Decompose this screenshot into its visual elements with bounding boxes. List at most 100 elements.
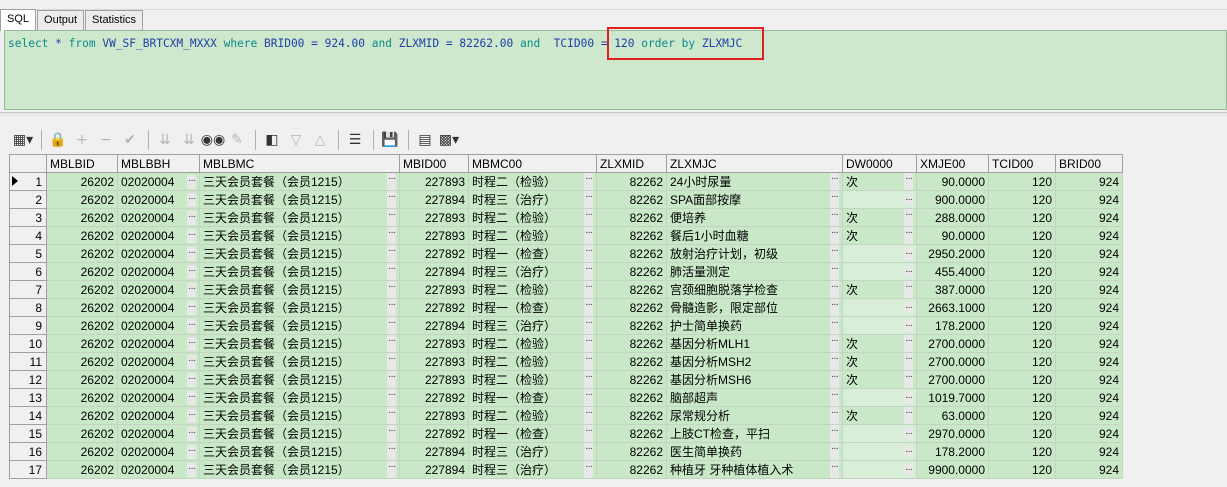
cell-zlxmid[interactable]: 82262 (596, 316, 667, 335)
cell-zlxmjc[interactable]: 骨髓造影，限定部位 ··· (666, 298, 843, 317)
cell-mbid00[interactable]: 227892 (399, 244, 469, 263)
cell-brid00[interactable]: 924 (1055, 334, 1123, 353)
cell-ellipsis-button[interactable]: ··· (584, 443, 593, 460)
chart-icon[interactable]: ▩▾ (438, 129, 460, 151)
tab-sql[interactable]: SQL (0, 9, 37, 31)
cell-ellipsis-button[interactable]: ··· (387, 245, 396, 262)
cell-mblbbh[interactable]: 02020004 ··· (117, 352, 200, 371)
cell-ellipsis-button[interactable]: ··· (387, 209, 396, 226)
cell-brid00[interactable]: 924 (1055, 316, 1123, 335)
table-row[interactable]: 14 26202 02020004 ··· 三天会员套餐（会员1215） ··· 22789… (9, 406, 1123, 425)
fetch-next-icon[interactable]: ▽ (285, 129, 307, 151)
table-row[interactable]: 3 26202 02020004 ··· 三天会员套餐（会员1215） ··· 227893… (9, 208, 1123, 227)
cell-ellipsis-button[interactable]: ··· (387, 191, 396, 208)
cell-mblbbh[interactable]: 02020004 ··· (117, 460, 200, 479)
cell-mblbbh[interactable]: 02020004 ··· (117, 190, 200, 209)
cell-mblbid[interactable]: 26202 (46, 370, 118, 389)
cell-ellipsis-button[interactable]: ··· (584, 245, 593, 262)
cell-xmje00[interactable]: 90.0000 (916, 226, 989, 245)
cell-mblbmc[interactable]: 三天会员套餐（会员1215） ··· (199, 406, 400, 425)
cell-zlxmid[interactable]: 82262 (596, 352, 667, 371)
cell-mblbbh[interactable]: 02020004 ··· (117, 370, 200, 389)
cell-dw0000[interactable]: 次 ··· (842, 280, 917, 299)
cell-mbid00[interactable]: 227893 (399, 280, 469, 299)
cell-ellipsis-button[interactable]: ··· (830, 425, 839, 442)
cell-xmje00[interactable]: 900.0000 (916, 190, 989, 209)
cell-ellipsis-button[interactable]: ··· (904, 407, 913, 424)
cell-ellipsis-button[interactable]: ··· (904, 302, 913, 313)
cell-ellipsis-button[interactable]: ··· (830, 281, 839, 298)
cell-tcid00[interactable]: 120 (988, 280, 1056, 299)
cell-tcid00[interactable]: 120 (988, 262, 1056, 281)
cell-dw0000[interactable]: ··· (842, 262, 917, 281)
cell-zlxmjc[interactable]: 餐后1小时血糖 ··· (666, 226, 843, 245)
cell-ellipsis-button[interactable]: ··· (387, 371, 396, 388)
cell-tcid00[interactable]: 120 (988, 442, 1056, 461)
cell-mblbmc[interactable]: 三天会员套餐（会员1215） ··· (199, 460, 400, 479)
column-header-tcid00[interactable]: TCID00 (988, 154, 1056, 173)
cell-dw0000[interactable]: ··· (842, 244, 917, 263)
table-row[interactable]: 17 26202 02020004 ··· 三天会员套餐（会员1215） ··· 22789… (9, 460, 1123, 479)
cell-mbmc00[interactable]: 时程一（检查） ··· (468, 388, 597, 407)
grid-view-icon[interactable]: ▦▾ (12, 129, 34, 151)
cell-xmje00[interactable]: 178.2000 (916, 442, 989, 461)
cell-ellipsis-button[interactable]: ··· (904, 194, 913, 205)
cell-zlxmid[interactable]: 82262 (596, 262, 667, 281)
column-header-mblbbh[interactable]: MBLBBH (117, 154, 200, 173)
cell-mblbbh[interactable]: 02020004 ··· (117, 172, 200, 191)
cell-ellipsis-button[interactable]: ··· (830, 317, 839, 334)
cell-ellipsis-button[interactable]: ··· (904, 428, 913, 439)
column-header-mblbid[interactable]: MBLBID (46, 154, 118, 173)
cell-mbmc00[interactable]: 时程三（治疗） ··· (468, 316, 597, 335)
cell-ellipsis-button[interactable]: ··· (584, 389, 593, 406)
row-indicator[interactable]: 5 (9, 244, 47, 263)
cell-dw0000[interactable]: ··· (842, 442, 917, 461)
column-header-mbmc00[interactable]: MBMC00 (468, 154, 597, 173)
cell-ellipsis-button[interactable]: ··· (584, 335, 593, 352)
cell-ellipsis-button[interactable]: ··· (830, 371, 839, 388)
cell-xmje00[interactable]: 455.4000 (916, 262, 989, 281)
cell-dw0000[interactable]: 次 ··· (842, 172, 917, 191)
row-indicator[interactable]: 1 (9, 172, 47, 191)
cell-mbid00[interactable]: 227893 (399, 352, 469, 371)
cell-xmje00[interactable]: 2663.1000 (916, 298, 989, 317)
cell-ellipsis-button[interactable]: ··· (904, 335, 913, 352)
cell-ellipsis-button[interactable]: ··· (830, 191, 839, 208)
cell-ellipsis-button[interactable]: ··· (187, 264, 196, 279)
cell-mblbid[interactable]: 26202 (46, 442, 118, 461)
cell-ellipsis-button[interactable]: ··· (904, 227, 913, 244)
cell-xmje00[interactable]: 288.0000 (916, 208, 989, 227)
cell-zlxmjc[interactable]: 便培养 ··· (666, 208, 843, 227)
cell-mblbmc[interactable]: 三天会员套餐（会员1215） ··· (199, 208, 400, 227)
cell-ellipsis-button[interactable]: ··· (187, 210, 196, 225)
cell-ellipsis-button[interactable]: ··· (387, 299, 396, 316)
cell-mblbbh[interactable]: 02020004 ··· (117, 298, 200, 317)
cell-dw0000[interactable]: 次 ··· (842, 406, 917, 425)
table-row[interactable]: 4 26202 02020004 ··· 三天会员套餐（会员1215） ··· 227893… (9, 226, 1123, 245)
cell-mblbmc[interactable]: 三天会员套餐（会员1215） ··· (199, 424, 400, 443)
cell-mblbid[interactable]: 26202 (46, 190, 118, 209)
cell-tcid00[interactable]: 120 (988, 316, 1056, 335)
table-row[interactable]: 11 26202 02020004 ··· 三天会员套餐（会员1215） ··· 22789… (9, 352, 1123, 371)
cell-xmje00[interactable]: 63.0000 (916, 406, 989, 425)
cell-mbid00[interactable]: 227893 (399, 334, 469, 353)
cell-ellipsis-button[interactable]: ··· (387, 263, 396, 280)
cell-tcid00[interactable]: 120 (988, 388, 1056, 407)
cell-mblbmc[interactable]: 三天会员套餐（会员1215） ··· (199, 190, 400, 209)
cell-ellipsis-button[interactable]: ··· (187, 444, 196, 459)
cell-mbid00[interactable]: 227894 (399, 460, 469, 479)
cell-zlxmid[interactable]: 82262 (596, 244, 667, 263)
cell-mbmc00[interactable]: 时程三（治疗） ··· (468, 442, 597, 461)
cell-ellipsis-button[interactable]: ··· (387, 407, 396, 424)
cell-ellipsis-button[interactable]: ··· (187, 300, 196, 315)
cell-mblbmc[interactable]: 三天会员套餐（会员1215） ··· (199, 298, 400, 317)
cell-tcid00[interactable]: 120 (988, 298, 1056, 317)
cell-xmje00[interactable]: 2700.0000 (916, 352, 989, 371)
table-row[interactable]: 1 26202 02020004 ··· 三天会员套餐（会员1215） ··· 227893… (9, 172, 1123, 191)
cell-mbmc00[interactable]: 时程一（检查） ··· (468, 298, 597, 317)
cell-mblbbh[interactable]: 02020004 ··· (117, 424, 200, 443)
cell-zlxmjc[interactable]: 24小时尿量 ··· (666, 172, 843, 191)
cell-zlxmid[interactable]: 82262 (596, 190, 667, 209)
cell-ellipsis-button[interactable]: ··· (904, 392, 913, 403)
cell-brid00[interactable]: 924 (1055, 406, 1123, 425)
